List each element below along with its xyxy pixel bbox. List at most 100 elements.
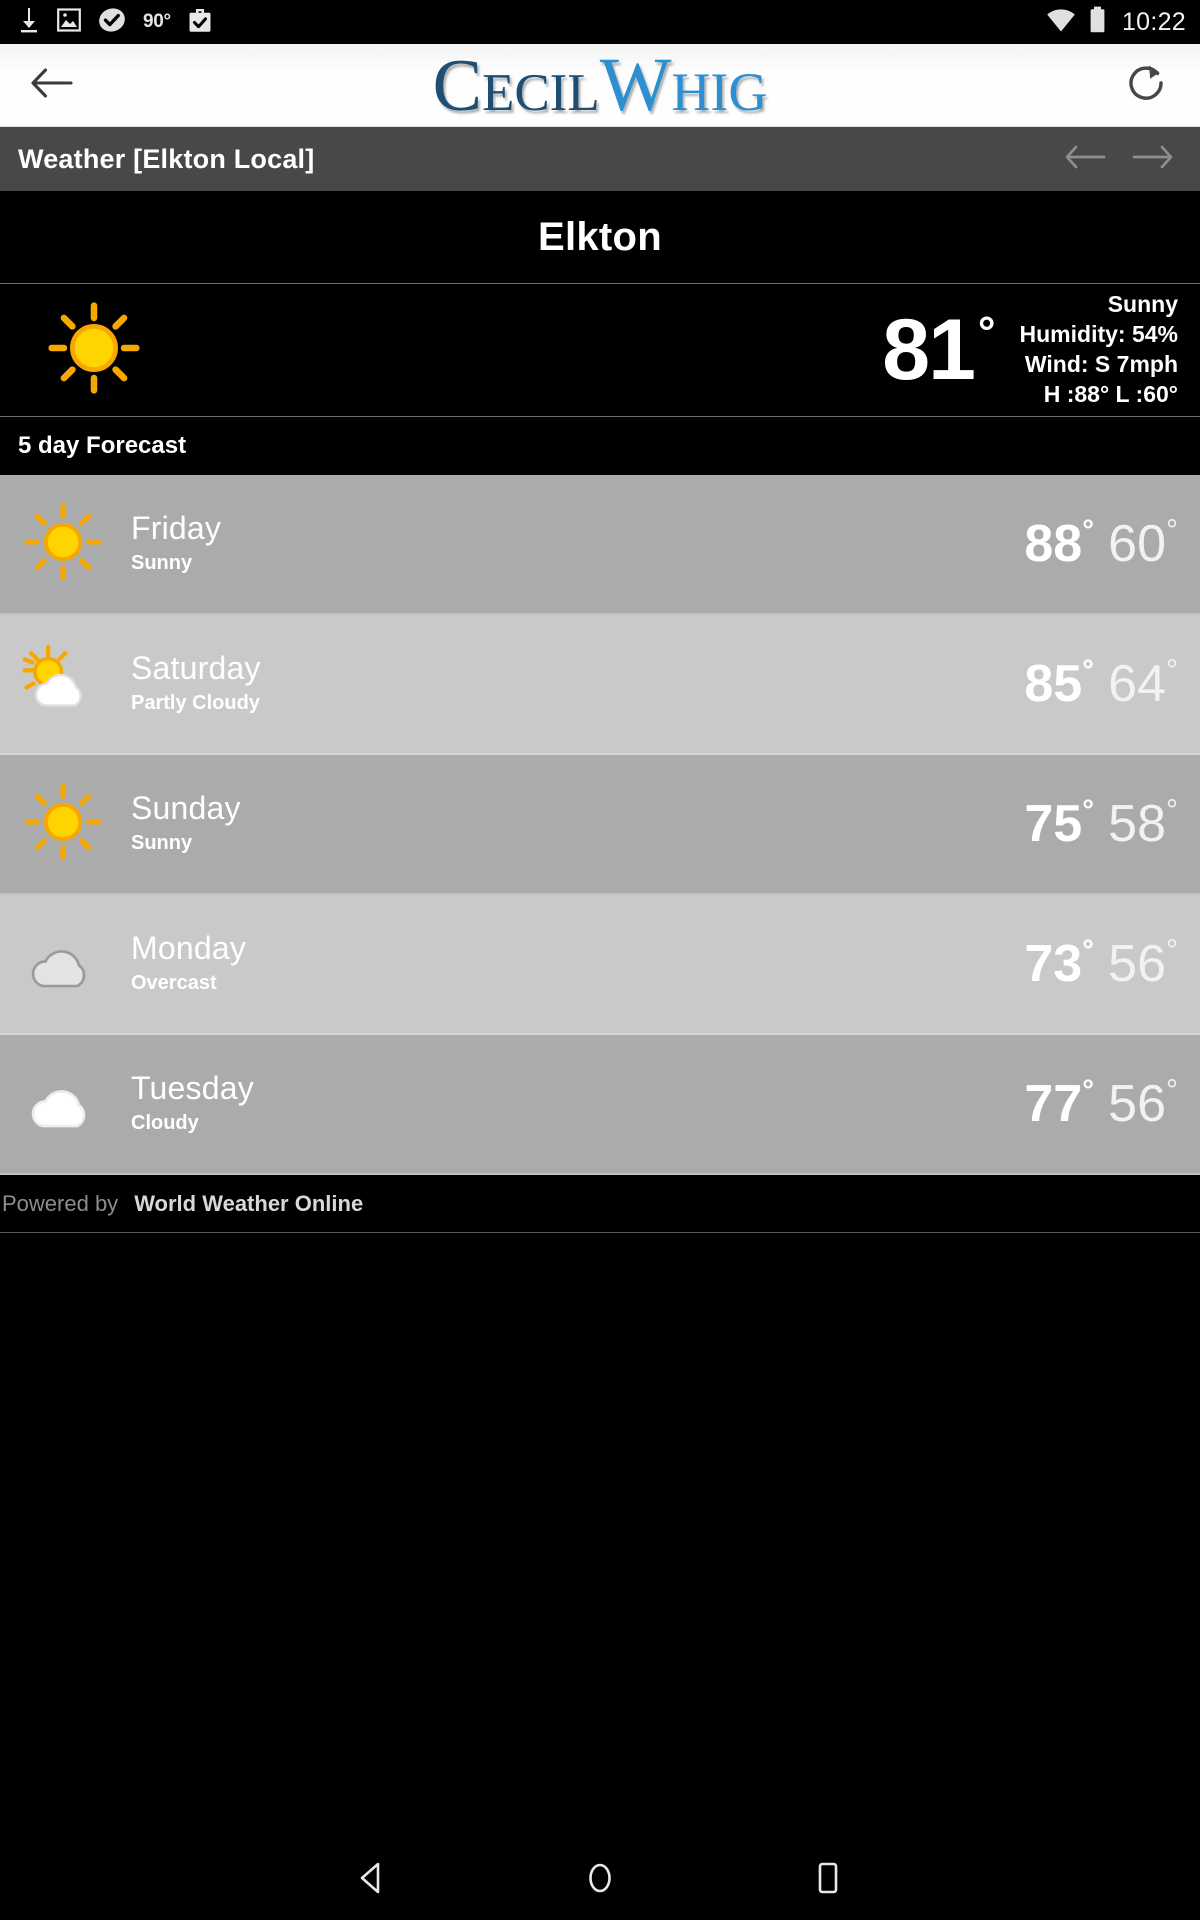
cloudy-icon (20, 1067, 106, 1142)
forecast-low: 60 ° (1108, 514, 1178, 573)
forecast-low-degree: ° (1166, 794, 1178, 827)
forecast-row-tuesday[interactable]: Tuesday Cloudy 77 ° 56 ° (0, 1035, 1200, 1175)
android-nav-bar (0, 1840, 1200, 1920)
app-root: 90° 10:22 CECILWHIG Weather [Elkton Loca… (0, 0, 1200, 1920)
partly-cloudy-icon (20, 643, 106, 726)
powered-by-footer: Powered by World Weather Online (0, 1175, 1200, 1233)
forecast-day-name: Friday (131, 510, 222, 547)
forecast-temps: 85 ° 64 ° (1024, 654, 1178, 713)
forecast-row-friday[interactable]: Friday Sunny 88 ° 60 ° (0, 475, 1200, 615)
forecast-low: 56 ° (1108, 1074, 1178, 1133)
overcast-icon (20, 927, 106, 1002)
current-high-low: H :88° L :60° (1043, 380, 1178, 407)
nav-back-button[interactable] (342, 1850, 402, 1910)
forecast-high-degree: ° (1082, 1074, 1095, 1107)
download-icon (18, 7, 40, 38)
forecast-high: 77 ° (1024, 1074, 1095, 1133)
current-readout: 81 ° Sunny Humidity: 54% Wind: S 7mph H :… (882, 290, 1178, 410)
forecast-low-value: 58 (1108, 795, 1166, 853)
nav-recents-icon (814, 1860, 842, 1901)
forecast-low-degree: ° (1166, 514, 1178, 547)
logo-text-w: W (599, 43, 672, 127)
forecast-high-degree: ° (1082, 654, 1095, 687)
forecast-temps: 73 ° 56 ° (1024, 934, 1178, 993)
forecast-high-value: 85 (1024, 655, 1083, 713)
forecast-day-name: Monday (131, 930, 247, 967)
section-title-bar: Weather [Elkton Local] (0, 127, 1200, 191)
forecast-day-name: Saturday (131, 650, 261, 687)
weather-provider-name[interactable]: World Weather Online (134, 1191, 363, 1217)
status-temp-indicator: 90° (143, 11, 171, 32)
logo-text-hig: HIG (671, 62, 768, 122)
refresh-button[interactable] (1116, 55, 1176, 115)
forecast-high-value: 77 (1024, 1075, 1083, 1133)
logo-text-c: C (432, 45, 482, 127)
current-temp-value: 81 (882, 302, 976, 398)
forecast-high-degree: ° (1082, 934, 1095, 967)
forecast-condition: Partly Cloudy (131, 691, 260, 714)
empty-content-area (0, 1233, 1200, 1840)
arrow-left-icon[interactable] (1064, 142, 1108, 177)
city-title-bar: Elkton (0, 191, 1200, 284)
sunny-icon (24, 783, 102, 866)
forecast-icon-wrap (10, 783, 115, 866)
forecast-text: Sunday Sunny (115, 790, 1024, 857)
image-icon (57, 7, 81, 38)
forecast-icon-wrap (10, 503, 115, 586)
forecast-row-monday[interactable]: Monday Overcast 73 ° 56 ° (0, 895, 1200, 1035)
status-bar-clock: 10:22 (1121, 7, 1186, 36)
forecast-row-saturday[interactable]: Saturday Partly Cloudy 85 ° 64 ° (0, 615, 1200, 755)
forecast-high-value: 73 (1024, 935, 1083, 993)
forecast-high: 88 ° (1024, 514, 1095, 571)
logo-text-ecil: ECIL (481, 64, 600, 122)
current-weather-icon-wrap (34, 301, 154, 400)
forecast-low-value: 64 (1108, 655, 1166, 713)
sunny-icon (24, 503, 102, 586)
section-title: Weather [Elkton Local] (18, 143, 315, 174)
forecast-low-value: 60 (1108, 515, 1166, 573)
nav-home-icon (585, 1860, 615, 1901)
forecast-high: 85 ° (1024, 654, 1095, 713)
sunny-icon (47, 301, 141, 400)
forecast-condition: Cloudy (131, 1111, 199, 1134)
forecast-condition: Overcast (131, 971, 217, 994)
forecast-condition: Sunny (131, 551, 193, 574)
current-wind: Wind: S 7mph (1024, 351, 1178, 377)
forecast-low: 58 ° (1108, 794, 1178, 853)
status-bar-left-icons: 90° (18, 6, 229, 39)
forecast-low-value: 56 (1108, 1075, 1166, 1133)
forecast-temps: 77 ° 56 ° (1024, 1074, 1178, 1133)
current-temperature: 81 ° (882, 302, 996, 398)
forecast-text: Tuesday Cloudy (115, 1070, 1024, 1137)
app-header-bar: CECILWHIG (0, 44, 1200, 127)
forecast-icon-wrap (10, 643, 115, 726)
back-button[interactable] (22, 56, 80, 114)
forecast-low-value: 56 (1108, 935, 1166, 993)
current-details: Sunny Humidity: 54% Wind: S 7mph H :88° … (1020, 290, 1178, 410)
current-condition: Sunny (1107, 291, 1178, 318)
nav-recents-button[interactable] (798, 1850, 858, 1910)
forecast-text: Monday Overcast (115, 930, 1024, 997)
forecast-header: 5 day Forecast (0, 417, 1200, 475)
forecast-low-degree: ° (1166, 1074, 1178, 1107)
forecast-low-degree: ° (1166, 934, 1178, 967)
forecast-text: Friday Sunny (115, 510, 1024, 577)
arrow-right-icon[interactable] (1130, 142, 1174, 177)
current-temp-degree: ° (977, 308, 996, 357)
forecast-condition: Sunny (131, 831, 193, 854)
forecast-text: Saturday Partly Cloudy (115, 650, 1024, 717)
forecast-row-sunday[interactable]: Sunday Sunny 75 ° 58 ° (0, 755, 1200, 895)
forecast-header-label: 5 day Forecast (18, 432, 187, 459)
forecast-icon-wrap (10, 1067, 115, 1142)
android-status-bar: 90° 10:22 (0, 0, 1200, 44)
forecast-day-name: Sunday (131, 790, 241, 827)
skype-check-icon (98, 6, 126, 39)
nav-home-button[interactable] (570, 1850, 630, 1910)
forecast-high: 75 ° (1024, 796, 1094, 851)
forecast-low: 64 ° (1108, 655, 1178, 713)
forecast-temps: 88 ° 60 ° (1024, 514, 1178, 573)
section-nav-arrows (1064, 142, 1174, 177)
forecast-high-degree: ° (1082, 514, 1095, 547)
forecast-high: 73 ° (1024, 934, 1095, 993)
forecast-day-name: Tuesday (131, 1070, 254, 1107)
